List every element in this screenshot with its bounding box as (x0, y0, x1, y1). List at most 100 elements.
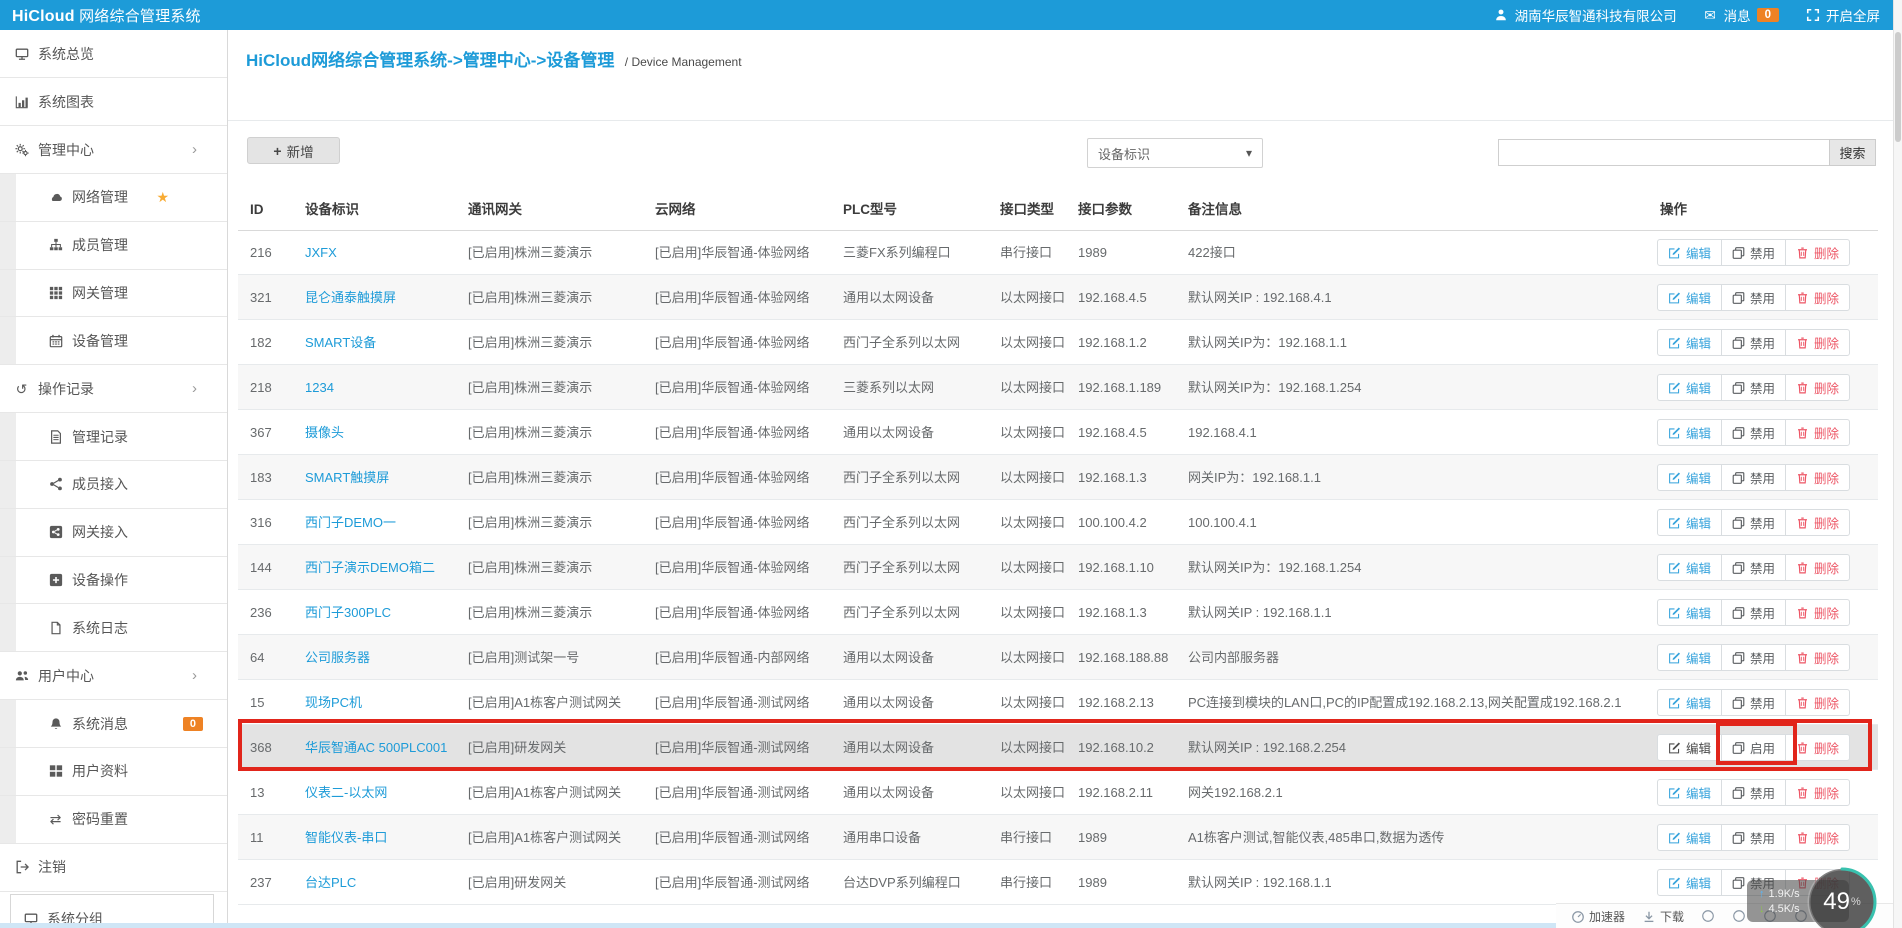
edit-button[interactable]: 编辑 (1657, 824, 1722, 851)
toggle-enable-button[interactable]: 禁用 (1721, 329, 1786, 356)
delete-button[interactable]: 删除 (1785, 599, 1850, 626)
cell-plc: 台达DVP系列编程口 (843, 860, 961, 905)
toggle-enable-button[interactable]: 禁用 (1721, 599, 1786, 626)
browser-download-button[interactable]: 下载 (1641, 908, 1684, 925)
vertical-scrollbar[interactable] (1893, 0, 1902, 928)
edit-button[interactable]: 编辑 (1657, 869, 1722, 896)
filter-field-select[interactable]: 设备标识 ▾ (1087, 138, 1263, 168)
sidebar-item-system-charts[interactable]: 系统图表 (0, 78, 227, 126)
edit-button[interactable]: 编辑 (1657, 644, 1722, 671)
edit-button[interactable]: 编辑 (1657, 509, 1722, 536)
sidebar-item-management-center[interactable]: 管理中心› (0, 126, 227, 174)
sidebar-item-device-operations[interactable]: 设备操作 (0, 557, 227, 605)
browser-tool-button-2[interactable] (1731, 908, 1746, 923)
toggle-enable-button[interactable]: 禁用 (1721, 644, 1786, 671)
sidebar-item-user-profile[interactable]: 用户资料 (0, 748, 227, 796)
browser-tool-button-1[interactable] (1700, 908, 1715, 923)
delete-button[interactable]: 删除 (1785, 554, 1850, 581)
device-name-link[interactable]: 智能仪表-串口 (305, 830, 387, 845)
device-name-link[interactable]: 西门子演示DEMO箱二 (305, 560, 435, 575)
delete-button[interactable]: 删除 (1785, 464, 1850, 491)
delete-button[interactable]: 删除 (1785, 779, 1850, 806)
edit-button[interactable]: 编辑 (1657, 734, 1722, 761)
th-large-icon (48, 764, 63, 779)
edit-button[interactable]: 编辑 (1657, 284, 1722, 311)
sidebar-item-system-overview[interactable]: 系统总览 (0, 30, 227, 78)
button-label: 编辑 (1686, 648, 1711, 667)
messages-menu[interactable]: ✉ 消息 0 (1703, 5, 1779, 25)
toggle-enable-button[interactable]: 启用 (1721, 734, 1786, 761)
sidebar-item-gateway-access[interactable]: 网关接入 (0, 509, 227, 557)
toggle-enable-button[interactable]: 禁用 (1721, 464, 1786, 491)
device-name-link[interactable]: 西门子DEMO一 (305, 515, 396, 530)
toggle-enable-button[interactable]: 禁用 (1721, 374, 1786, 401)
device-name-link[interactable]: SMART设备 (305, 335, 376, 350)
edit-button[interactable]: 编辑 (1657, 374, 1722, 401)
toggle-enable-button[interactable]: 禁用 (1721, 284, 1786, 311)
delete-button[interactable]: 删除 (1785, 419, 1850, 446)
cell-note: 网关192.168.2.1 (1188, 770, 1658, 815)
scrollbar-thumb[interactable] (1895, 32, 1901, 142)
sidebar-item-password-reset[interactable]: ⇄密码重置 (0, 796, 227, 844)
sidebar-item-network-management[interactable]: 网络管理★ (0, 174, 227, 222)
device-name-link[interactable]: JXFX (305, 245, 337, 260)
delete-button[interactable]: 删除 (1785, 689, 1850, 716)
device-name-link[interactable]: 仪表二-以太网 (305, 785, 387, 800)
search-input[interactable] (1498, 139, 1830, 166)
device-name-link[interactable]: 昆仑通泰触摸屏 (305, 290, 396, 305)
delete-button[interactable]: 删除 (1785, 374, 1850, 401)
sidebar-item-system-messages[interactable]: 系统消息0 (0, 700, 227, 748)
device-name-link[interactable]: 台达PLC (305, 875, 356, 890)
sidebar-item-logout[interactable]: 注销 (0, 844, 227, 892)
plus-icon: + (273, 143, 281, 159)
device-name-link[interactable]: 公司服务器 (305, 650, 370, 665)
device-name-link[interactable]: 现场PC机 (305, 695, 362, 710)
cell-note: 默认网关IP : 192.168.1.1 (1188, 590, 1658, 635)
edit-button[interactable]: 编辑 (1657, 239, 1722, 266)
sidebar-item-operation-records[interactable]: ↺操作记录› (0, 365, 227, 413)
edit-button[interactable]: 编辑 (1657, 779, 1722, 806)
device-name-link[interactable]: 西门子300PLC (305, 605, 391, 620)
sidebar-item-member-management[interactable]: 成员管理 (0, 222, 227, 270)
browser-assistant-bubble[interactable]: 49 % (1806, 866, 1878, 928)
delete-button[interactable]: 删除 (1785, 329, 1850, 356)
delete-button[interactable]: 删除 (1785, 824, 1850, 851)
toggle-enable-button[interactable]: 禁用 (1721, 419, 1786, 446)
delete-button[interactable]: 删除 (1785, 284, 1850, 311)
device-name-link[interactable]: 华辰智通AC 500PLC001 (305, 740, 447, 755)
delete-button[interactable]: 删除 (1785, 509, 1850, 536)
browser-accelerator-button[interactable]: 加速器 (1570, 908, 1625, 925)
device-name-link[interactable]: 1234 (305, 380, 334, 395)
fullscreen-toggle[interactable]: 开启全屏 (1805, 5, 1880, 25)
cell-cloud: [已启用]华辰智通-体验网络 (655, 365, 810, 410)
delete-button[interactable]: 删除 (1785, 734, 1850, 761)
edit-button[interactable]: 编辑 (1657, 599, 1722, 626)
toggle-enable-button[interactable]: 禁用 (1721, 824, 1786, 851)
sidebar-item-management-records[interactable]: 管理记录 (0, 413, 227, 461)
toggle-enable-button[interactable]: 禁用 (1721, 689, 1786, 716)
delete-button[interactable]: 删除 (1785, 239, 1850, 266)
toggle-enable-button[interactable]: 禁用 (1721, 779, 1786, 806)
edit-button[interactable]: 编辑 (1657, 464, 1722, 491)
device-name-link[interactable]: 摄像头 (305, 425, 344, 440)
toggle-enable-button[interactable]: 禁用 (1721, 239, 1786, 266)
company-menu[interactable]: 湖南华辰智通科技有限公司 (1494, 5, 1677, 25)
sidebar-item-system-logs[interactable]: 系统日志 (0, 604, 227, 652)
bell-icon (48, 716, 63, 731)
sidebar-item-member-access[interactable]: 成员接入 (0, 461, 227, 509)
toggle-enable-button[interactable]: 禁用 (1721, 554, 1786, 581)
device-name-link[interactable]: SMART触摸屏 (305, 470, 389, 485)
cell-id: 15 (250, 680, 264, 725)
edit-button[interactable]: 编辑 (1657, 419, 1722, 446)
sidebar-item-gateway-management[interactable]: 网关管理 (0, 270, 227, 318)
edit-button[interactable]: 编辑 (1657, 554, 1722, 581)
edit-button[interactable]: 编辑 (1657, 689, 1722, 716)
sidebar-item-user-center[interactable]: 用户中心› (0, 652, 227, 700)
edit-button[interactable]: 编辑 (1657, 329, 1722, 356)
delete-button[interactable]: 删除 (1785, 644, 1850, 671)
add-device-button[interactable]: + 新增 (247, 137, 340, 164)
button-label: 编辑 (1686, 333, 1711, 352)
sidebar-item-device-management[interactable]: 设备管理 (0, 317, 227, 365)
search-button[interactable]: 搜索 (1829, 139, 1876, 166)
toggle-enable-button[interactable]: 禁用 (1721, 509, 1786, 536)
